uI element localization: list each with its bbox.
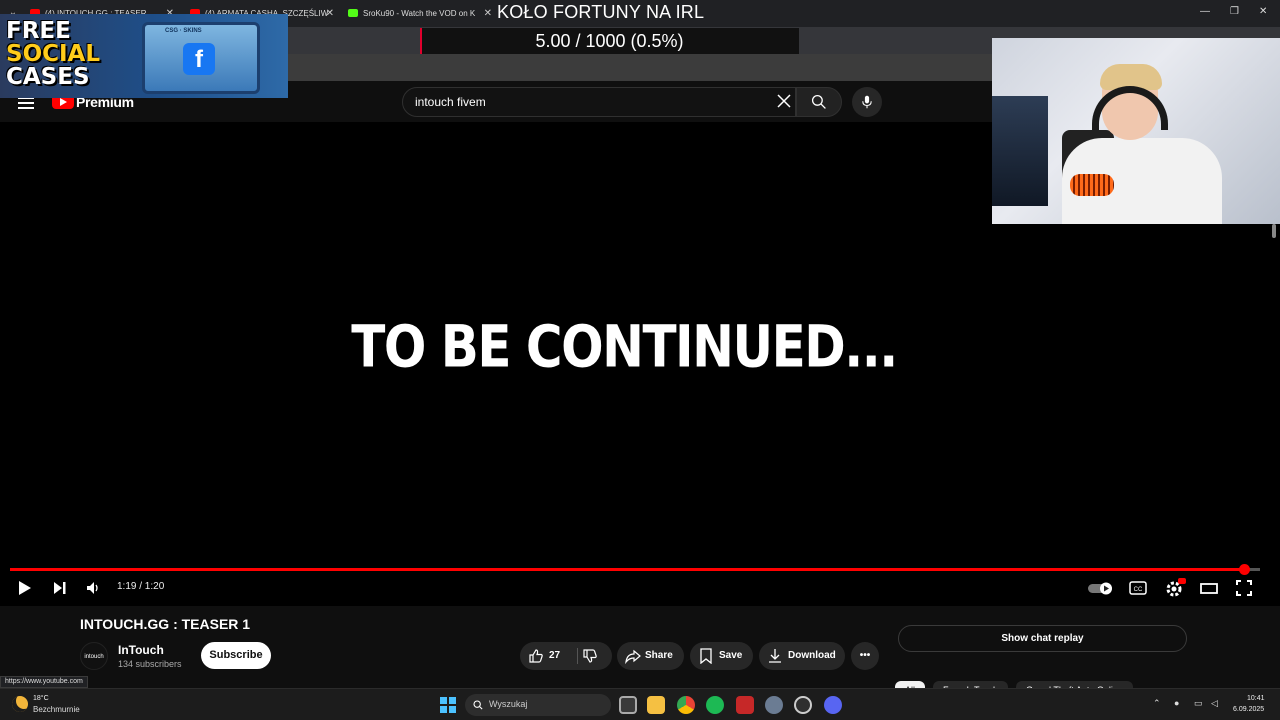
bookmark-icon bbox=[700, 648, 712, 664]
share-button[interactable]: Share bbox=[617, 642, 684, 670]
search-box[interactable]: intouch fivem bbox=[402, 87, 796, 117]
screen: ⌄ (4) INTOUCH.GG : TEASER ✕ (4) ARMATA C… bbox=[0, 0, 1280, 720]
share-label: Share bbox=[645, 650, 673, 661]
next-video-icon[interactable] bbox=[52, 578, 68, 598]
settings-icon[interactable] bbox=[765, 696, 783, 714]
stream-title-banner: KOŁO FORTUNY NA IRL bbox=[497, 2, 705, 22]
voicemeeter-icon[interactable] bbox=[736, 696, 754, 714]
save-button[interactable]: Save bbox=[690, 642, 753, 670]
search-icon bbox=[473, 700, 483, 710]
seek-bar-played bbox=[10, 568, 1245, 571]
tray-microphone-icon[interactable]: ● bbox=[1174, 698, 1179, 708]
seek-handle[interactable] bbox=[1239, 564, 1251, 575]
case-chest-image: CSG · SKINS f bbox=[142, 22, 260, 94]
task-view-icon[interactable] bbox=[619, 696, 637, 714]
microphone bbox=[1070, 174, 1114, 196]
subscribe-button[interactable]: Subscribe bbox=[201, 642, 271, 669]
obs-icon[interactable] bbox=[794, 696, 812, 714]
taskbar-clock-time[interactable]: 10:41 bbox=[1247, 695, 1265, 702]
facebook-icon: f bbox=[183, 43, 215, 75]
background-monitor bbox=[992, 96, 1048, 206]
tray-network-icon[interactable]: ▭ bbox=[1194, 698, 1203, 709]
close-tab-icon[interactable]: ✕ bbox=[326, 4, 334, 24]
taskbar-search-label[interactable]: Wyszukaj bbox=[489, 699, 527, 709]
autoplay-toggle[interactable] bbox=[1087, 578, 1115, 598]
voice-search-button[interactable] bbox=[852, 87, 882, 117]
more-actions-button[interactable]: ••• bbox=[851, 642, 879, 670]
save-label: Save bbox=[719, 650, 743, 661]
streamer-webcam bbox=[992, 38, 1280, 224]
windows-start-icon[interactable] bbox=[440, 697, 456, 713]
svg-text:CC: CC bbox=[1134, 587, 1143, 593]
like-divider bbox=[577, 648, 578, 664]
minimize-icon[interactable]: — bbox=[1200, 6, 1210, 17]
donation-goal-bar: 5.00 / 1000 (0.5%) bbox=[420, 28, 799, 54]
download-button[interactable]: Download bbox=[759, 642, 845, 670]
video-frame-text: TO BE CONTINUED... bbox=[351, 313, 898, 381]
promo-line-3: CASES bbox=[6, 64, 90, 90]
download-icon bbox=[769, 649, 781, 663]
spotify-icon[interactable] bbox=[706, 696, 724, 714]
weather-temperature[interactable]: 18°C bbox=[33, 695, 49, 702]
thumbs-down-icon[interactable] bbox=[582, 648, 598, 664]
show-chat-replay-button[interactable]: Show chat replay bbox=[898, 625, 1187, 652]
search-input[interactable]: intouch fivem bbox=[415, 95, 755, 109]
close-tab-icon[interactable]: ✕ bbox=[484, 4, 492, 24]
download-label: Download bbox=[788, 650, 836, 661]
share-arrow-icon bbox=[625, 649, 641, 664]
like-dislike-group: 27 bbox=[520, 642, 612, 670]
discord-icon[interactable] bbox=[824, 696, 842, 714]
windows-taskbar: 18°C Bezchmurnie Wyszukaj ⌃ ● ▭ ◁ 10:41 … bbox=[0, 688, 1280, 720]
search-icon bbox=[811, 94, 826, 109]
promo-line-1: FREE bbox=[6, 18, 71, 44]
video-time: 1:19 / 1:20 bbox=[117, 581, 165, 592]
menu-icon[interactable] bbox=[18, 97, 34, 109]
more-dots-icon: ••• bbox=[859, 650, 871, 661]
promo-line-2: SOCIAL bbox=[6, 41, 101, 67]
status-bar-url: https://www.youtube.com bbox=[0, 676, 88, 688]
file-explorer-icon[interactable] bbox=[647, 696, 665, 714]
like-count[interactable]: 27 bbox=[549, 642, 560, 670]
tab-sroku90-vod[interactable]: SroKu90 - Watch the VOD on K ✕ bbox=[348, 4, 494, 24]
tab-title: SroKu90 - Watch the VOD on K bbox=[363, 9, 476, 18]
microphone-icon bbox=[862, 95, 872, 109]
close-window-icon[interactable]: ✕ bbox=[1259, 6, 1267, 17]
taskbar-clock-date[interactable]: 6.09.2025 bbox=[1233, 706, 1264, 713]
chest-label: CSG · SKINS bbox=[165, 28, 202, 34]
weather-moon-icon[interactable] bbox=[12, 696, 28, 712]
promo-text: FREE SOCIAL CASES bbox=[6, 20, 110, 89]
channel-avatar[interactable]: intouch bbox=[80, 642, 108, 670]
kick-favicon-icon bbox=[348, 9, 358, 17]
restore-icon[interactable]: ❐ bbox=[1230, 6, 1239, 17]
tray-overflow-icon[interactable]: ⌃ bbox=[1153, 698, 1161, 709]
volume-icon[interactable] bbox=[85, 578, 101, 598]
free-social-cases-promo: FREE SOCIAL CASES CSG · SKINS f bbox=[0, 14, 288, 98]
page-scrollbar[interactable] bbox=[1272, 224, 1276, 238]
channel-name[interactable]: InTouch bbox=[118, 643, 164, 657]
settings-gear-icon[interactable] bbox=[1164, 578, 1186, 598]
goal-text: 5.00 / 1000 (0.5%) bbox=[535, 31, 684, 51]
video-title: INTOUCH.GG : TEASER 1 bbox=[80, 616, 251, 632]
thumbs-up-icon[interactable] bbox=[528, 648, 544, 664]
clear-search-icon[interactable] bbox=[776, 93, 792, 109]
play-icon[interactable] bbox=[17, 578, 33, 598]
fullscreen-icon[interactable] bbox=[1235, 578, 1253, 598]
subscriber-count: 134 subscribers bbox=[118, 659, 182, 669]
taskbar-search[interactable] bbox=[465, 694, 611, 716]
weather-description[interactable]: Bezchmurnie bbox=[33, 705, 80, 714]
captions-icon[interactable]: CC bbox=[1129, 578, 1147, 598]
tray-volume-icon[interactable]: ◁ bbox=[1211, 698, 1218, 709]
search-button[interactable] bbox=[796, 87, 842, 117]
chrome-icon[interactable] bbox=[677, 696, 695, 714]
theater-mode-icon[interactable] bbox=[1200, 578, 1218, 598]
